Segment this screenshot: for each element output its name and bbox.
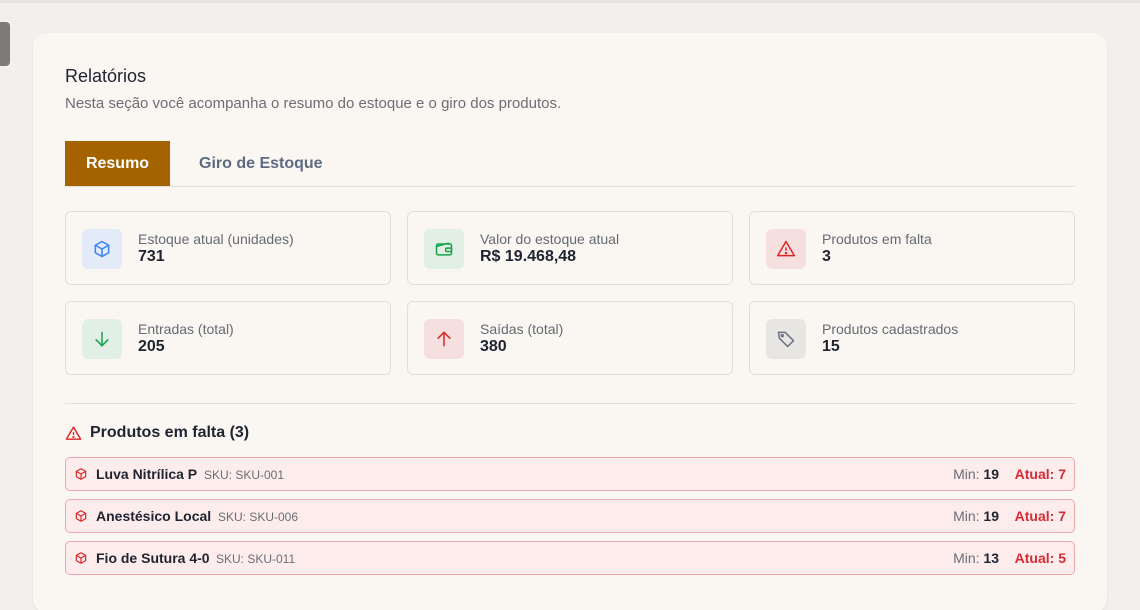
box-icon bbox=[75, 552, 87, 564]
shortage-row[interactable]: Anestésico Local SKU: SKU-006 Min: 19 At… bbox=[65, 499, 1075, 533]
box-icon bbox=[75, 468, 87, 480]
warning-icon bbox=[65, 425, 82, 440]
tab-bar: Resumo Giro de Estoque bbox=[65, 141, 1075, 187]
arrow-up-icon bbox=[424, 319, 464, 359]
product-sku: SKU: SKU-001 bbox=[204, 468, 285, 482]
product-min: Min: 19 bbox=[953, 508, 999, 524]
product-name: Luva Nitrílica P bbox=[96, 466, 198, 482]
stat-value: R$ 19.468,48 bbox=[480, 248, 577, 265]
stat-label: Produtos em falta bbox=[822, 231, 932, 247]
reports-card: Relatórios Nesta seção você acompanha o … bbox=[33, 33, 1107, 610]
stat-card-exits: Saídas (total) 380 bbox=[407, 301, 733, 375]
stat-value: 380 bbox=[480, 338, 507, 355]
box-icon bbox=[82, 229, 122, 269]
stat-label: Estoque atual (unidades) bbox=[138, 231, 294, 247]
section-divider bbox=[65, 403, 1075, 404]
tag-icon bbox=[766, 319, 806, 359]
stat-value: 3 bbox=[822, 248, 831, 265]
product-sku: SKU: SKU-011 bbox=[216, 552, 296, 566]
stat-card-missing-products: Produtos em falta 3 bbox=[749, 211, 1075, 285]
box-icon bbox=[75, 510, 87, 522]
shortage-title: Produtos em falta (3) bbox=[90, 424, 250, 441]
stat-label: Entradas (total) bbox=[138, 321, 234, 337]
product-name: Fio de Sutura 4-0 bbox=[96, 550, 210, 566]
shortage-row[interactable]: Luva Nitrílica P SKU: SKU-001 Min: 19 At… bbox=[65, 457, 1075, 491]
stat-label: Valor do estoque atual bbox=[480, 231, 620, 247]
product-min: Min: 19 bbox=[953, 466, 999, 482]
product-name: Anestésico Local bbox=[96, 508, 212, 524]
stat-value: 15 bbox=[822, 338, 840, 355]
shortage-row[interactable]: Fio de Sutura 4-0 SKU: SKU-011 Min: 13 A… bbox=[65, 541, 1075, 575]
stat-label: Produtos cadastrados bbox=[822, 321, 959, 337]
page-subtitle: Nesta seção você acompanha o resumo do e… bbox=[65, 95, 562, 112]
wallet-icon bbox=[424, 229, 464, 269]
product-min: Min: 13 bbox=[953, 550, 999, 566]
product-current: Atual: 7 bbox=[1014, 508, 1066, 524]
stat-card-entries: Entradas (total) 205 bbox=[65, 301, 391, 375]
stat-value: 731 bbox=[138, 248, 165, 265]
stat-value: 205 bbox=[138, 338, 165, 355]
top-border bbox=[0, 0, 1140, 3]
arrow-down-icon bbox=[82, 319, 122, 359]
stat-card-registered-products: Produtos cadastrados 15 bbox=[749, 301, 1075, 375]
page-title: Relatórios bbox=[65, 66, 147, 86]
tab-resumo[interactable]: Resumo bbox=[65, 141, 170, 186]
tab-giro-de-estoque[interactable]: Giro de Estoque bbox=[199, 141, 323, 186]
stat-label: Saídas (total) bbox=[480, 321, 564, 337]
warning-icon bbox=[766, 229, 806, 269]
sidebar-toggle-handle[interactable] bbox=[0, 22, 10, 66]
shortage-heading: Produtos em falta (3) bbox=[65, 423, 249, 443]
product-sku: SKU: SKU-006 bbox=[218, 510, 299, 524]
stat-card-stock-units: Estoque atual (unidades) 731 bbox=[65, 211, 391, 285]
product-current: Atual: 5 bbox=[1014, 550, 1066, 566]
product-current: Atual: 7 bbox=[1014, 466, 1066, 482]
stat-card-stock-value: Valor do estoque atual R$ 19.468,48 bbox=[407, 211, 733, 285]
